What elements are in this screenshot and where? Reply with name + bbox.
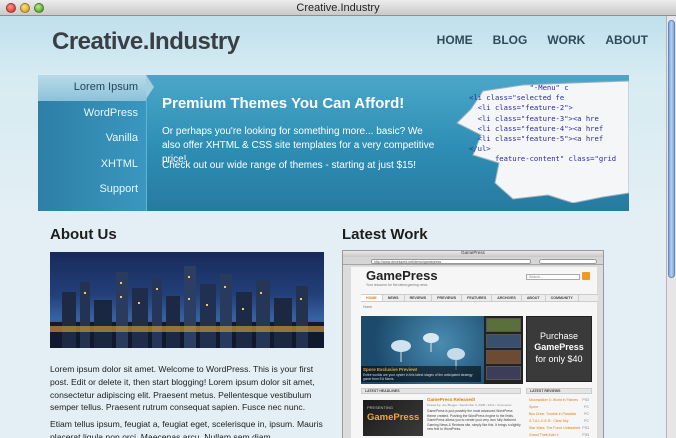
review-item[interactable]: PS3 Moonwalker 3: World in Flames — [529, 398, 589, 402]
post-text: GamePress is just possibly the most adva… — [427, 409, 521, 432]
gamepress-page: GamePress Your resource for the latest g… — [342, 250, 604, 438]
side-item-vanilla[interactable]: Vanilla — [38, 126, 146, 152]
post-meta: Posted by: Joe Bloggs • September 3, 200… — [427, 403, 512, 407]
side-item-xhtml[interactable]: XHTML — [38, 152, 146, 178]
thumbnail[interactable] — [486, 318, 521, 332]
nav-blog[interactable]: BLOG — [493, 33, 528, 47]
window-title: Creative.Industry — [296, 2, 380, 14]
thumbnail[interactable] — [486, 334, 521, 348]
review-item[interactable]: PC Spore — [529, 405, 589, 409]
post-title[interactable]: GamePress Released! — [427, 397, 475, 402]
ad-line-3: for only $40 — [535, 354, 583, 364]
ad-line-2: GamePress — [534, 342, 584, 352]
post-image-title: GamePress — [367, 412, 420, 423]
feature-description: Entire worlds are your oyster in this la… — [363, 373, 473, 381]
gamepress-logo: GamePress — [366, 268, 438, 283]
city-skyline-image — [50, 252, 324, 348]
thumbnail[interactable] — [486, 350, 521, 364]
scrollbar-thumb[interactable] — [668, 20, 675, 278]
gamepress-breadcrumb: Home — [363, 305, 373, 309]
about-paragraph-2: Etiam tellus ipsum, feugiat a, feugiat e… — [50, 419, 323, 438]
side-item-support[interactable]: Support — [38, 177, 146, 203]
nav-work[interactable]: WORK — [547, 33, 585, 47]
gamepress-tagline: Your resource for the latest gaming news — [366, 283, 428, 287]
review-item[interactable]: PS3 Star Wars: The Force Unleashed — [529, 426, 589, 430]
gamepress-nav: HOME NEWS REVIEWS PREVIEWS FEATURES ARCHIVES A… — [361, 294, 598, 302]
banner-side-menu: Lorem Ipsum WordPress Vanilla XHTML Supp… — [38, 75, 154, 211]
main-nav: HOME BLOG WORK ABOUT — [437, 33, 648, 47]
about-paragraph-1: Lorem ipsum dolor sit amet. Welcome to W… — [50, 364, 315, 413]
review-item[interactable]: PC Bus Drive: Trouble in Paradise — [529, 412, 589, 416]
banner-title: Premium Themes You Can Afford! — [162, 95, 405, 112]
vertical-scrollbar[interactable] — [666, 16, 676, 438]
ad-line-1: Purchase — [539, 331, 579, 341]
banner-text-pricing: Check out our wide range of themes - sta… — [162, 160, 417, 171]
site-logo[interactable]: Creative.Industry — [52, 28, 240, 56]
thumbnail[interactable] — [486, 366, 521, 380]
about-heading: About Us — [50, 226, 117, 243]
nav-about[interactable]: ABOUT — [605, 33, 648, 47]
code-snippet: "-Menu" c <li class="selected fe <li clas… — [469, 83, 617, 164]
nav-home[interactable]: HOME — [437, 33, 473, 47]
post-image-caption: PRESENTING — [367, 405, 394, 410]
rss-icon — [582, 272, 590, 280]
latest-reviews-heading: LATEST REVIEWS — [526, 388, 592, 394]
promo-banner: Lorem Ipsum WordPress Vanilla XHTML Supp… — [38, 75, 629, 211]
latest-work-heading: Latest Work — [342, 226, 428, 243]
review-item[interactable]: PC S.T.A.L.K.E.R.: Clear Sky — [529, 419, 589, 423]
latest-headlines-heading: LATEST HEADLINES — [361, 388, 521, 394]
side-item-lorem-ipsum[interactable]: Lorem Ipsum — [38, 75, 154, 101]
feature-title[interactable]: Spore Exclusive Preview! — [363, 367, 418, 372]
review-item[interactable]: PS3 Grand Theft Auto 4 — [529, 433, 589, 437]
gamepress-ad[interactable]: Purchase GamePress for only $40 — [526, 316, 592, 382]
gamepress-search: Search... — [526, 274, 580, 280]
window-titlebar: Creative.Industry — [0, 0, 676, 16]
side-item-wordpress[interactable]: WordPress — [38, 101, 146, 127]
